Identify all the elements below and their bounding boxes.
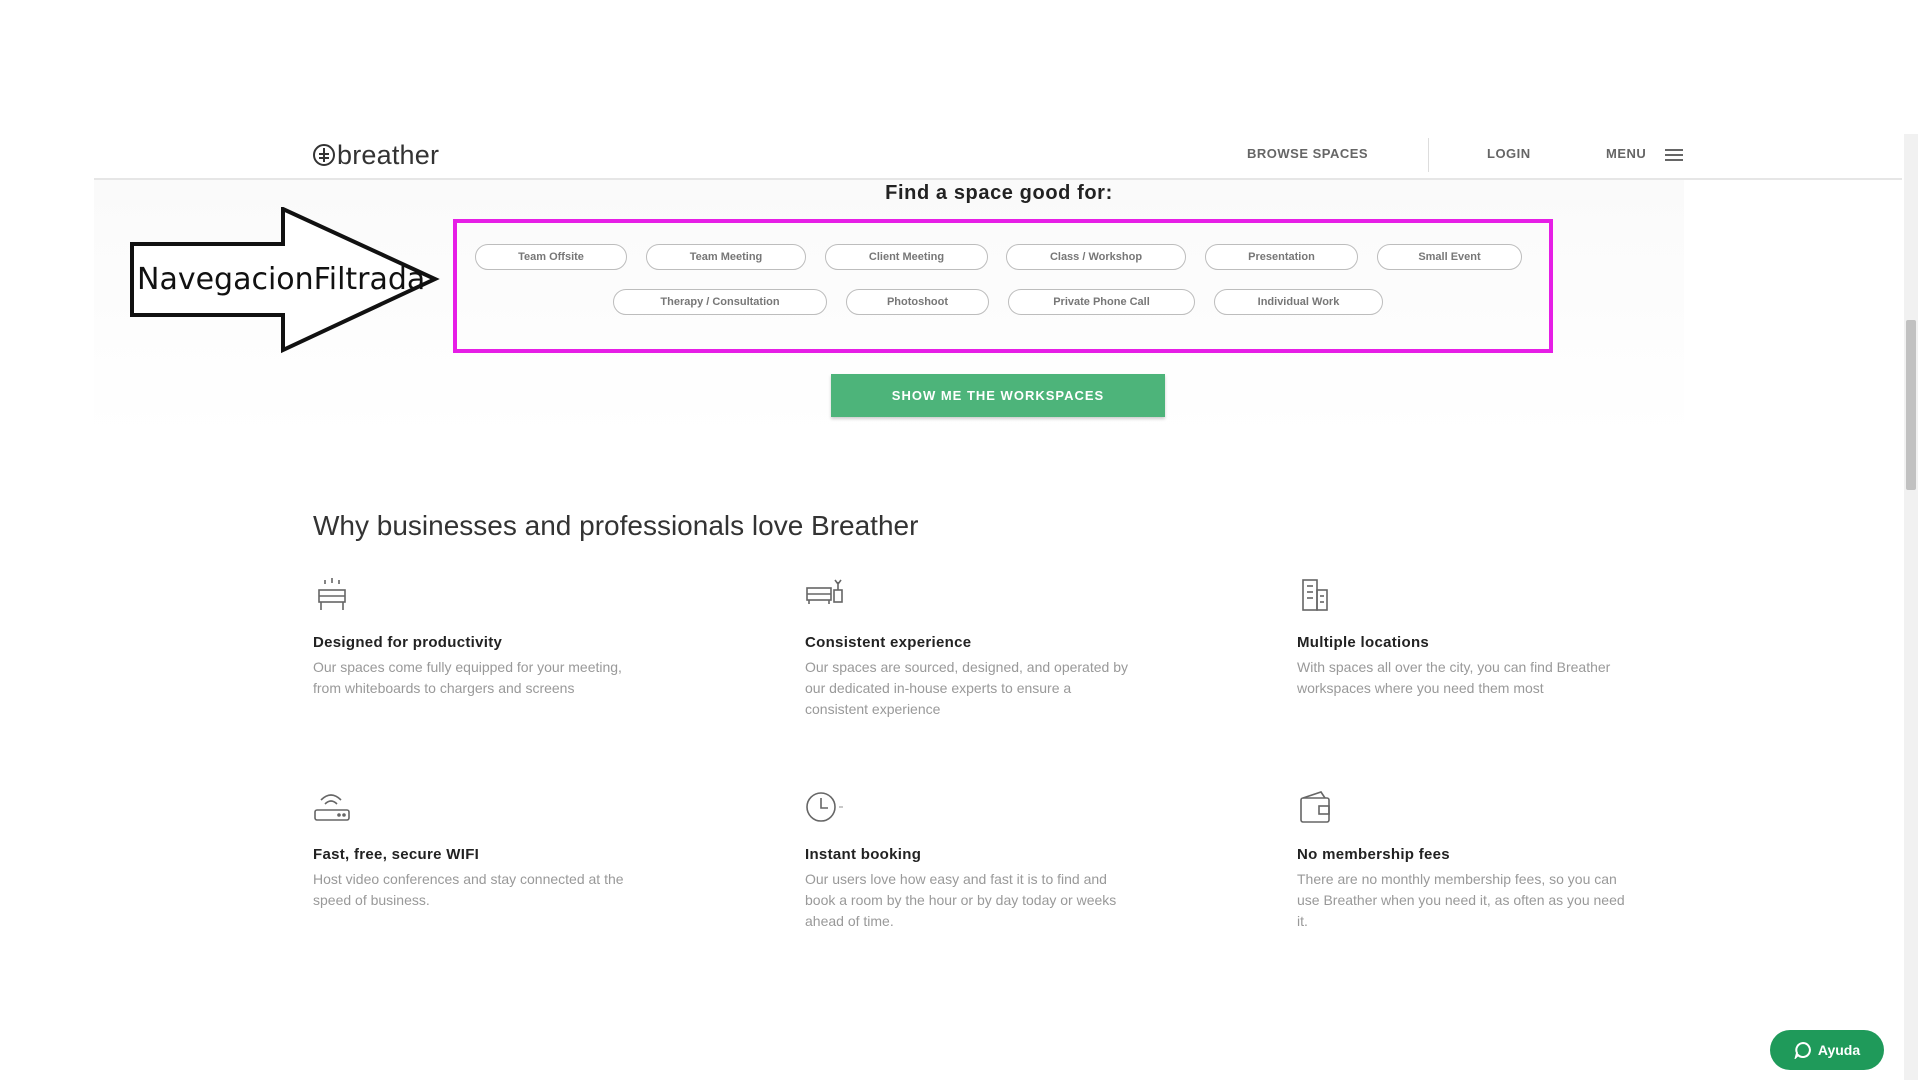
feature-title: Instant booking <box>805 846 922 863</box>
help-chat-button[interactable]: Ayuda <box>1770 1030 1884 1070</box>
feature-title: Consistent experience <box>805 634 972 651</box>
wallet-icon <box>1300 791 1330 823</box>
brand-logo[interactable]: breather <box>313 140 439 170</box>
chip-client-meeting[interactable]: Client Meeting <box>825 244 988 270</box>
chip-class-workshop[interactable]: Class / Workshop <box>1006 244 1186 270</box>
feature-title: Fast, free, secure WIFI <box>313 846 480 863</box>
feature-title: Designed for productivity <box>313 634 503 651</box>
chip-team-offsite[interactable]: Team Offsite <box>475 244 627 270</box>
scrollbar-thumb[interactable] <box>1906 320 1916 490</box>
chip-presentation[interactable]: Presentation <box>1205 244 1358 270</box>
router-icon <box>314 794 350 821</box>
feature-no-fees: No membership fees There are no monthly … <box>1297 788 1627 932</box>
feature-description: Our spaces are sourced, designed, and op… <box>805 659 1128 717</box>
nav-divider <box>1428 138 1429 172</box>
feature-wifi: Fast, free, secure WIFI Host video confe… <box>313 788 643 911</box>
filter-title: Find a space good for: <box>885 182 1113 204</box>
feature-description: Our spaces come fully equipped for your … <box>313 659 622 696</box>
breather-logo-icon <box>313 144 335 166</box>
chip-individual-work[interactable]: Individual Work <box>1214 289 1383 315</box>
show-workspaces-button[interactable]: SHOW ME THE WORKSPACES <box>831 374 1165 417</box>
clock-icon <box>806 792 843 822</box>
chip-team-meeting[interactable]: Team Meeting <box>646 244 806 270</box>
feature-title: No membership fees <box>1297 846 1450 863</box>
annotation-highlight-box <box>453 219 1553 353</box>
feature-title: Multiple locations <box>1297 634 1430 651</box>
buildings-icon <box>1302 579 1328 611</box>
feature-booking: Instant booking Our users love how easy … <box>805 788 1135 932</box>
chip-private-phone-call[interactable]: Private Phone Call <box>1008 289 1195 315</box>
chip-photoshoot[interactable]: Photoshoot <box>846 289 989 315</box>
scrollbar-track[interactable] <box>1904 134 1918 1080</box>
nav-browse-spaces[interactable]: BROWSE SPACES <box>1247 146 1368 161</box>
feature-description: Host video conferences and stay connecte… <box>313 871 624 908</box>
feature-description: There are no monthly membership fees, so… <box>1297 871 1625 929</box>
feature-productivity: Designed for productivity Our spaces com… <box>313 576 643 699</box>
desk-icon <box>318 578 346 610</box>
nav-login[interactable]: LOGIN <box>1487 146 1531 161</box>
chip-small-event[interactable]: Small Event <box>1377 244 1522 270</box>
chat-bubble-icon <box>1794 1041 1811 1059</box>
hamburger-icon[interactable] <box>1665 149 1683 161</box>
brand-name: breather <box>337 139 440 170</box>
sofa-plant-icon <box>806 579 843 604</box>
why-section-title: Why businesses and professionals love Br… <box>313 510 919 541</box>
feature-description: With spaces all over the city, you can f… <box>1297 659 1611 696</box>
chip-therapy-consultation[interactable]: Therapy / Consultation <box>613 289 827 315</box>
feature-locations: Multiple locations With spaces all over … <box>1297 576 1627 699</box>
feature-consistent: Consistent experience Our spaces are sou… <box>805 576 1135 720</box>
help-label: Ayuda <box>1817 1042 1861 1058</box>
feature-description: Our users love how easy and fast it is t… <box>805 871 1117 929</box>
nav-menu[interactable]: MENU <box>1606 146 1646 161</box>
annotation-label: NavegacionFiltrada <box>137 262 426 297</box>
